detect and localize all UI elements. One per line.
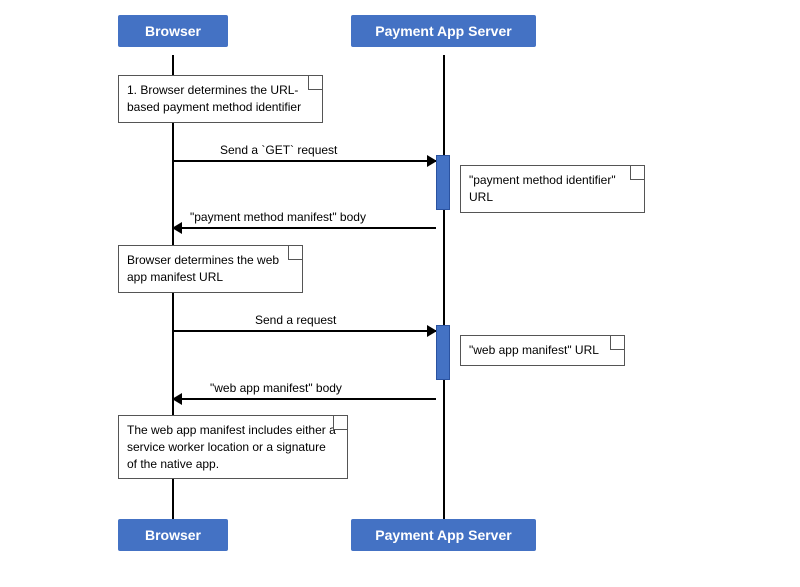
- arrow-get-request: [173, 160, 436, 162]
- arrow-manifest-label: "payment method manifest" body: [190, 210, 366, 224]
- server-lifeline: [443, 55, 445, 535]
- sequence-diagram: Browser Payment App Server 1. Browser de…: [0, 0, 800, 587]
- activation-request: [436, 325, 450, 380]
- browser-box-bottom: Browser: [118, 519, 228, 551]
- server-box-bottom: Payment App Server: [351, 519, 536, 551]
- note-wam-corner: [610, 336, 624, 350]
- note-wam-url-text: "web app manifest" URL: [469, 343, 599, 357]
- note-1: 1. Browser determines the URL-based paym…: [118, 75, 323, 123]
- arrow-send-label: Send a request: [255, 313, 336, 327]
- note-wam-info: The web app manifest includes either a s…: [118, 415, 348, 479]
- arrow-wam-body: [173, 398, 436, 400]
- note-webapp-url: Browser determines the web app manifest …: [118, 245, 303, 293]
- note-wam-info-text: The web app manifest includes either a s…: [127, 423, 336, 471]
- note-1-corner: [308, 76, 322, 90]
- arrow-manifest-body: [173, 227, 436, 229]
- arrow-send-request: [173, 330, 436, 332]
- note-wam-url: "web app manifest" URL: [460, 335, 625, 366]
- note-1-text: 1. Browser determines the URL-based paym…: [127, 83, 301, 114]
- arrow-get-label: Send a `GET` request: [220, 143, 337, 157]
- note-webapp-corner: [288, 246, 302, 260]
- note-webapp-url-text: Browser determines the web app manifest …: [127, 253, 279, 284]
- browser-box-top: Browser: [118, 15, 228, 47]
- note-pmi-corner: [630, 166, 644, 180]
- activation-get: [436, 155, 450, 210]
- note-wam-info-corner: [333, 416, 347, 430]
- note-pmi-url-text: "payment method identifier" URL: [469, 173, 616, 204]
- arrow-wam-label: "web app manifest" body: [210, 381, 342, 395]
- server-box-top: Payment App Server: [351, 15, 536, 47]
- note-pmi-url: "payment method identifier" URL: [460, 165, 645, 213]
